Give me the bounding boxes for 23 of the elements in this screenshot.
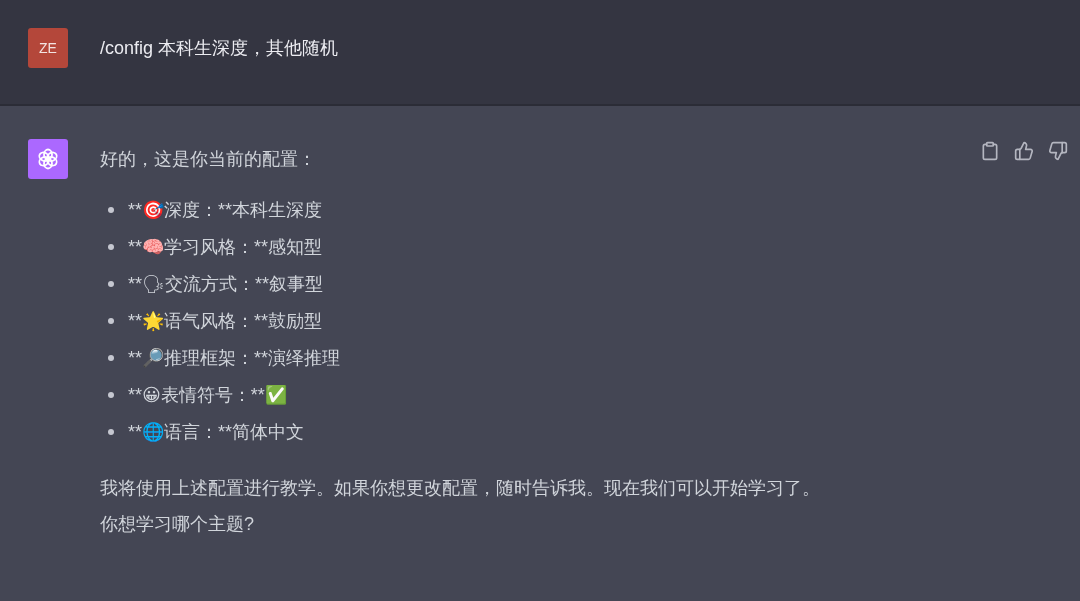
config-item-text: **🌟语气风格：**鼓励型 [128, 309, 323, 333]
config-item-text: **🔎推理框架：**演绎推理 [128, 346, 341, 370]
config-item-text: **🌐语言：**简体中文 [128, 420, 305, 444]
intro-text: 好的，这是你当前的配置： [100, 148, 317, 171]
config-item-text: **🧠学习风格：**感知型 [128, 235, 323, 259]
config-item-text: **🎯深度：**本科生深度 [128, 198, 323, 222]
knot-logo-icon [35, 146, 61, 172]
bullet-icon [108, 243, 114, 250]
copy-icon[interactable] [980, 141, 1000, 161]
thumbs-up-icon[interactable] [1014, 141, 1034, 161]
reply-paragraph: 你想学习哪个主题? [100, 513, 255, 536]
user-avatar: ZE [28, 28, 68, 68]
thumbs-down-icon[interactable] [1048, 141, 1068, 161]
reply-paragraph: 我将使用上述配置进行教学。如果你想更改配置，随时告诉我。现在我们可以开始学习了。 [100, 477, 820, 500]
bullet-icon [108, 280, 114, 287]
bullet-icon [108, 391, 114, 398]
bullet-icon [108, 206, 114, 213]
bullet-icon [108, 354, 114, 361]
config-item-text: **😀表情符号：**✅ [128, 383, 287, 407]
bullet-icon [108, 317, 114, 324]
config-item-text: **🗣交流方式：**叙事型 [128, 272, 324, 296]
bullet-icon [108, 428, 114, 435]
user-message-text: /config 本科生深度，其他随机 [100, 37, 339, 60]
